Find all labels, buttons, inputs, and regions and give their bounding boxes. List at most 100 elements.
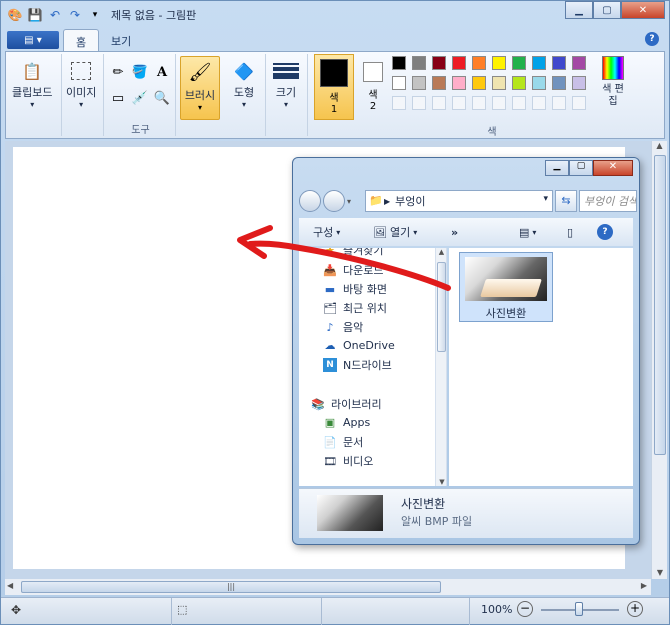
explorer-minimize-button[interactable]: ▁ (545, 160, 569, 176)
zoom-slider-thumb[interactable] (575, 602, 583, 616)
color2-button[interactable]: 색 2 (356, 54, 390, 120)
tab-view[interactable]: 보기 (99, 29, 143, 51)
palette-swatch[interactable] (452, 56, 466, 70)
palette-swatch[interactable] (432, 56, 446, 70)
palette-swatch[interactable] (472, 96, 486, 110)
zoom-in-button[interactable]: + (627, 601, 643, 617)
palette-swatch[interactable] (472, 56, 486, 70)
palette-swatch[interactable] (572, 56, 586, 70)
palette-swatch[interactable] (492, 96, 506, 110)
vertical-scrollbar[interactable]: ▲ ▼ (651, 141, 667, 579)
address-bar[interactable]: 📁 ▶ 부엉이 ▾ (365, 190, 553, 212)
zoom-out-button[interactable]: − (517, 601, 533, 617)
maximize-button[interactable]: ▢ (593, 1, 621, 19)
nav-item-videos[interactable]: 🎞 비디오 (323, 453, 373, 469)
nav-item-recent-places[interactable]: 🗂 최근 위치 (323, 300, 387, 316)
color1-button[interactable]: 색 1 (314, 54, 354, 120)
organize-button[interactable]: 구성 ▾ (313, 224, 340, 240)
palette-swatch[interactable] (492, 76, 506, 90)
scroll-right-icon[interactable]: ▶ (641, 581, 647, 590)
undo-icon[interactable]: ↶ (47, 7, 63, 23)
image-button[interactable]: 이미지 ▾ (66, 58, 96, 109)
palette-swatch[interactable] (552, 56, 566, 70)
nav-item-desktop[interactable]: ▬ 바탕 화면 (323, 281, 387, 297)
size-button[interactable]: 크기 ▾ (272, 58, 300, 109)
more-commands-button[interactable]: » (451, 226, 458, 239)
paint-app-icon[interactable]: 🎨 (7, 7, 23, 23)
customize-qat-icon[interactable]: ▾ (87, 7, 103, 23)
palette-swatch[interactable] (532, 76, 546, 90)
magnifier-icon[interactable]: 🔍 (152, 88, 172, 108)
nav-scroll-thumb[interactable] (437, 262, 446, 352)
nav-item-ndrive[interactable]: N N드라이브 (323, 357, 392, 373)
address-dropdown-icon[interactable]: ▾ (543, 194, 548, 204)
navigation-pane-scrollbar[interactable]: ▲ ▼ (435, 248, 446, 486)
edit-colors-button[interactable]: 색 편집 (596, 56, 630, 108)
minimize-button[interactable]: ▁ (565, 1, 593, 19)
palette-swatch[interactable] (572, 76, 586, 90)
horizontal-scroll-thumb[interactable]: ||| (21, 581, 441, 593)
nav-item-apps[interactable]: ▣ Apps (323, 415, 370, 429)
file-item[interactable]: 사진변환 (459, 252, 553, 322)
palette-swatch[interactable] (572, 96, 586, 110)
palette-swatch[interactable] (392, 56, 406, 70)
palette-swatch[interactable] (532, 96, 546, 110)
nav-item-documents[interactable]: 📄 문서 (323, 434, 363, 450)
clipboard-button[interactable]: 📋 클립보드 ▾ (12, 58, 52, 110)
nav-scroll-down-icon[interactable]: ▼ (436, 478, 446, 486)
vertical-scroll-thumb[interactable] (654, 155, 666, 455)
palette-swatch[interactable] (472, 76, 486, 90)
palette-swatch[interactable] (412, 76, 426, 90)
brush-button[interactable]: 🖌 브러시 ▾ (180, 56, 220, 120)
palette-swatch[interactable] (512, 96, 526, 110)
save-icon[interactable]: 💾 (27, 7, 43, 23)
fill-icon[interactable]: 🪣 (130, 62, 150, 82)
scroll-left-icon[interactable]: ◀ (7, 581, 13, 590)
text-icon[interactable]: A (152, 62, 172, 82)
palette-swatch[interactable] (412, 56, 426, 70)
close-button[interactable]: ✕ (621, 1, 665, 19)
nav-scroll-up-icon[interactable]: ▲ (436, 248, 446, 256)
palette-swatch[interactable] (512, 76, 526, 90)
paint-menu-button[interactable]: ▤ ▾ (7, 31, 59, 49)
palette-swatch[interactable] (392, 96, 406, 110)
preview-pane-button[interactable]: ▯ (567, 226, 573, 239)
scroll-up-icon[interactable]: ▲ (652, 141, 667, 150)
shapes-button[interactable]: 🔷 도형 ▾ (230, 58, 258, 110)
open-button[interactable]: 🖼 열기 ▾ (373, 224, 417, 240)
palette-swatch[interactable] (452, 96, 466, 110)
palette-swatch[interactable] (552, 96, 566, 110)
nav-item-music[interactable]: ♪ 음악 (323, 319, 363, 335)
recent-pages-icon[interactable]: ▾ (347, 197, 351, 206)
redo-icon[interactable]: ↷ (67, 7, 83, 23)
palette-swatch[interactable] (432, 96, 446, 110)
scroll-down-icon[interactable]: ▼ (652, 568, 668, 577)
palette-swatch[interactable] (432, 76, 446, 90)
palette-swatch[interactable] (392, 76, 406, 90)
explorer-close-button[interactable]: ✕ (593, 160, 633, 176)
pencil-icon[interactable]: ✏ (108, 62, 128, 82)
nav-item-downloads[interactable]: 📥 다운로드 (323, 262, 383, 278)
view-options-button[interactable]: ▤ ▾ (519, 226, 536, 239)
nav-item-onedrive[interactable]: ☁ OneDrive (323, 338, 395, 352)
palette-swatch[interactable] (492, 56, 506, 70)
help-icon[interactable]: ? (645, 32, 659, 46)
palette-swatch[interactable] (532, 56, 546, 70)
search-input[interactable]: 부엉이 검색 (579, 190, 637, 212)
explorer-help-icon[interactable]: ? (597, 224, 613, 240)
eraser-icon[interactable]: ▭ (108, 88, 128, 108)
forward-button[interactable] (323, 190, 345, 212)
horizontal-scrollbar[interactable]: ◀ ||| ▶ (5, 579, 651, 595)
refresh-button[interactable]: ⇆ (555, 190, 577, 212)
back-button[interactable] (299, 190, 321, 212)
color-picker-icon[interactable]: 💉 (130, 88, 150, 108)
nav-item-libraries[interactable]: 📚 라이브러리 (311, 396, 381, 412)
explorer-maximize-button[interactable]: ▢ (569, 160, 593, 176)
palette-swatch[interactable] (412, 96, 426, 110)
breadcrumb-chevron-icon[interactable]: ▶ (384, 197, 390, 206)
palette-swatch[interactable] (452, 76, 466, 90)
palette-swatch[interactable] (552, 76, 566, 90)
tab-home[interactable]: 홈 (63, 29, 100, 51)
palette-swatch[interactable] (512, 56, 526, 70)
nav-item-favorites[interactable]: ★ 즐겨찾기 (323, 248, 383, 258)
